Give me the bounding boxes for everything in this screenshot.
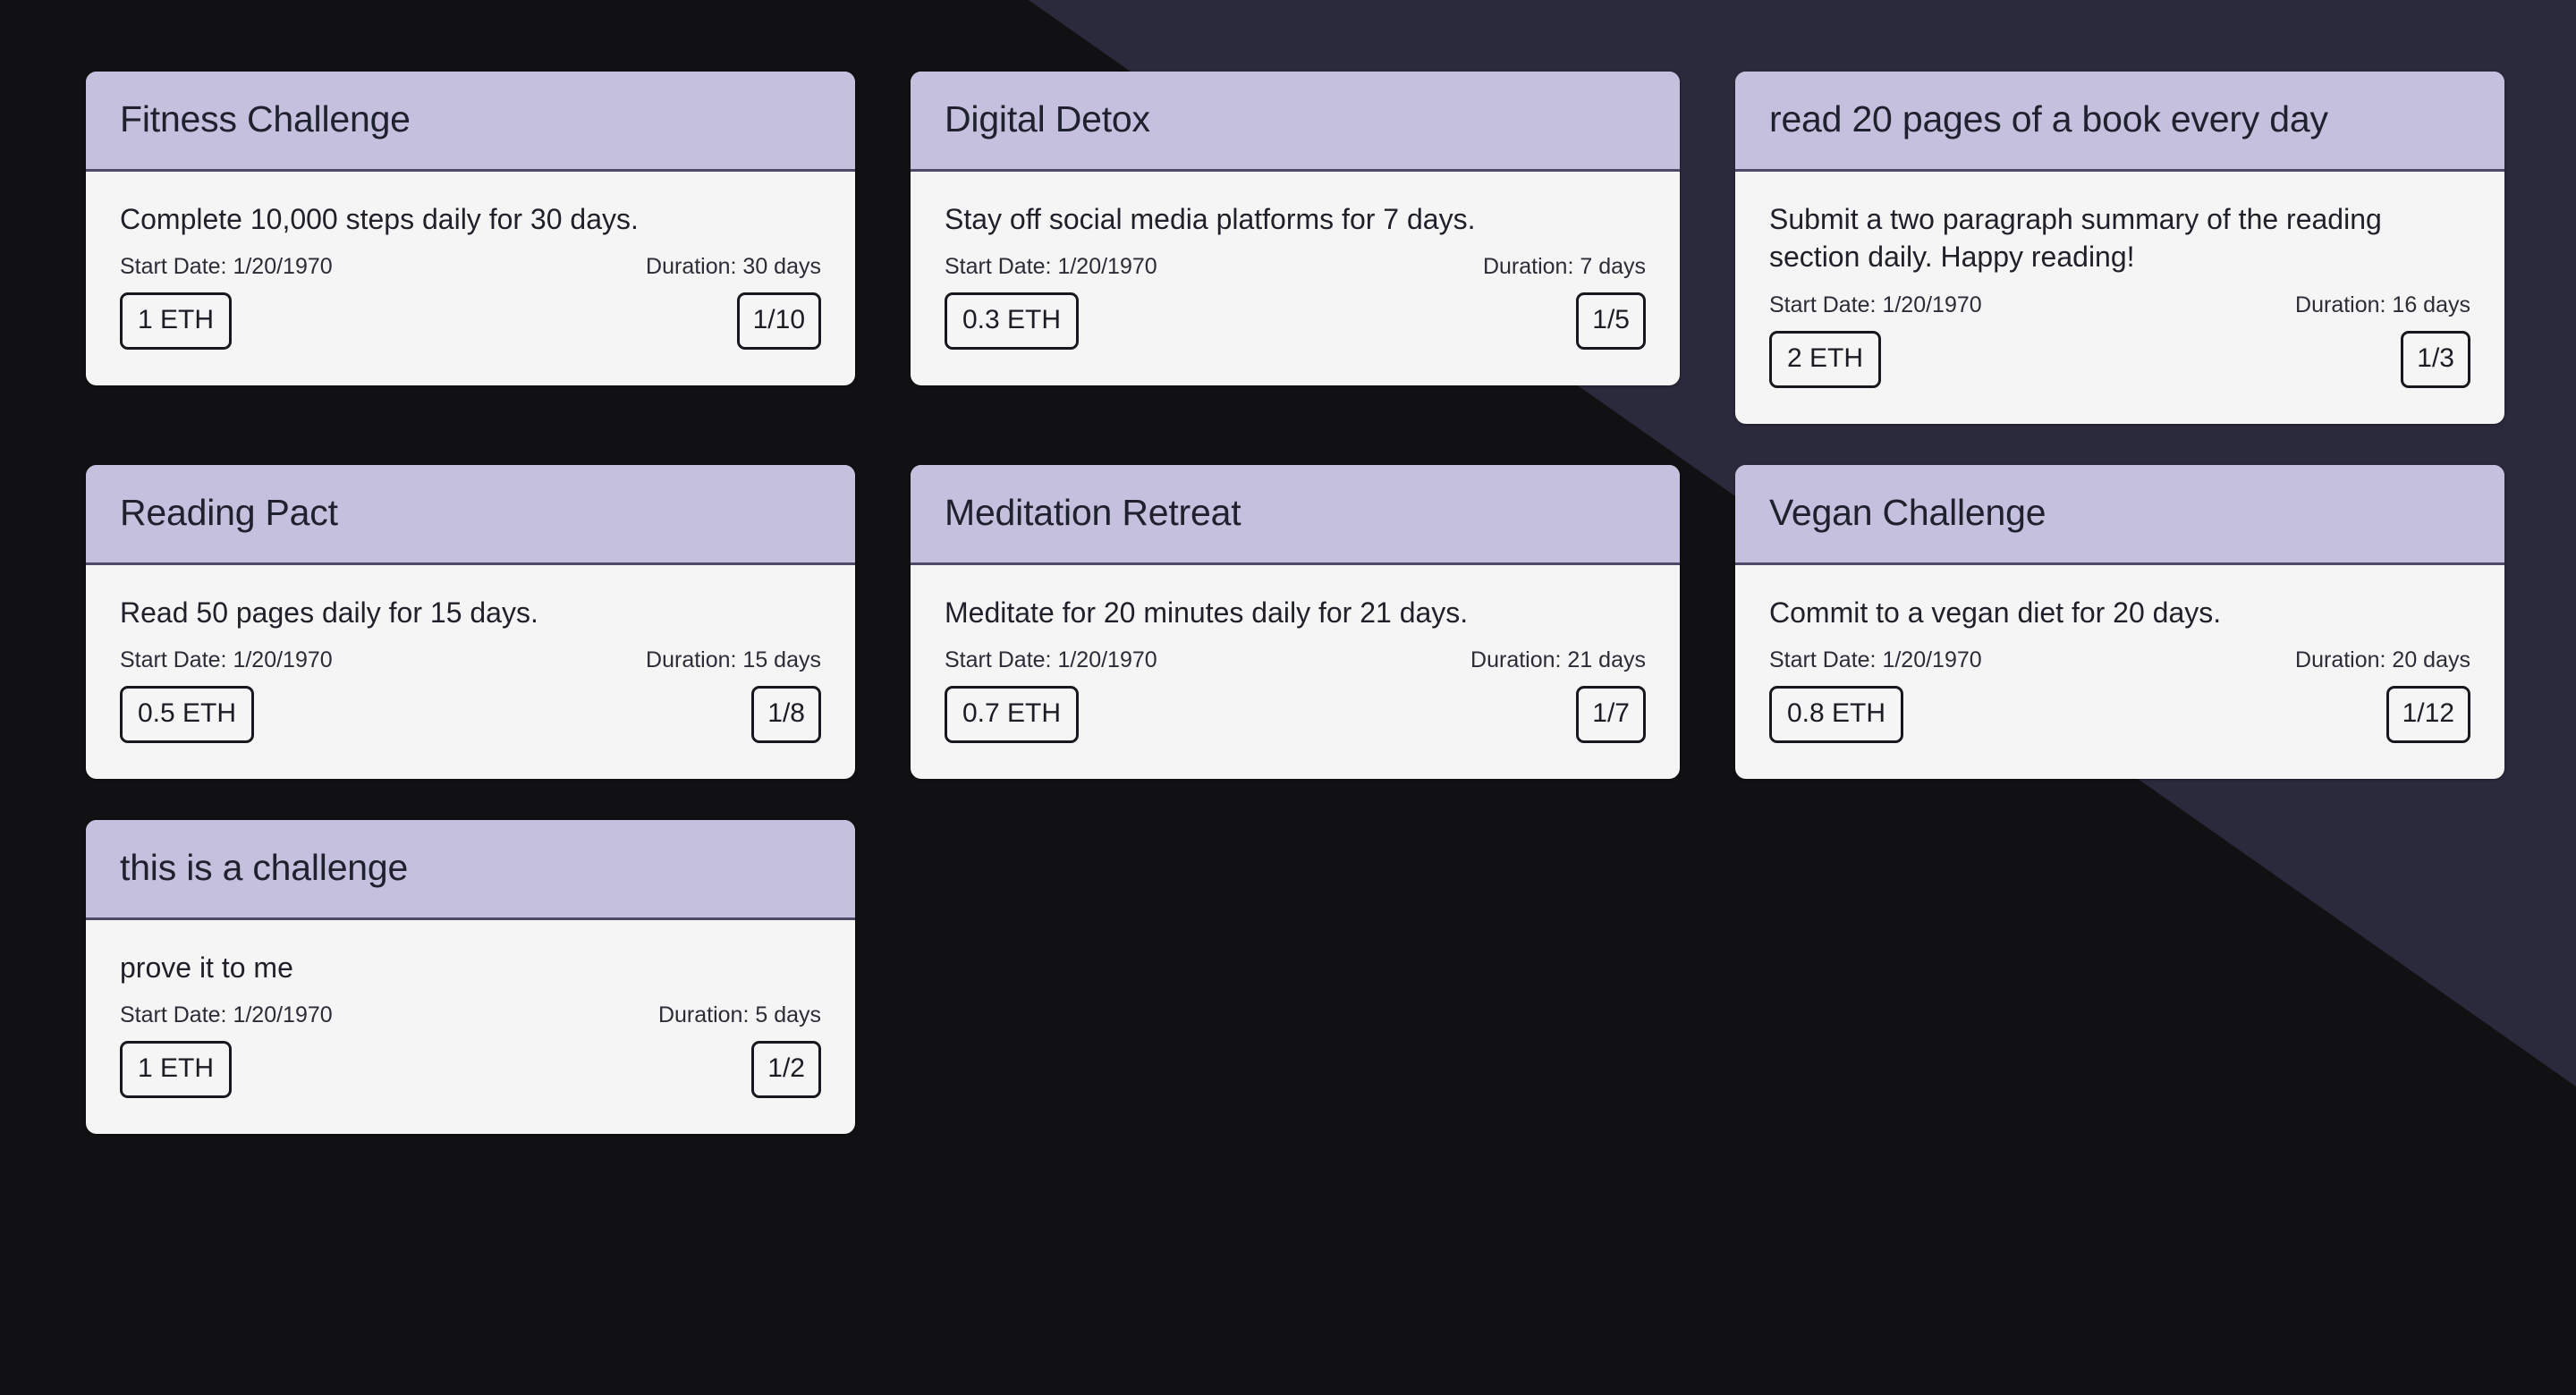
challenge-start-date: Start Date: 1/20/1970: [120, 1002, 333, 1028]
challenge-card-body: Submit a two paragraph summary of the re…: [1735, 172, 2504, 423]
challenge-footer-row: 0.8 ETH 1/12: [1769, 685, 2470, 743]
challenge-description: Read 50 pages daily for 15 days.: [120, 596, 538, 629]
challenge-meta-row: Start Date: 1/20/1970 Duration: 30 days: [120, 254, 821, 280]
challenge-description: Commit to a vegan diet for 20 days.: [1769, 596, 2222, 629]
challenge-start-date: Start Date: 1/20/1970: [945, 647, 1157, 672]
challenge-title: this is a challenge: [120, 846, 409, 888]
challenge-card-5[interactable]: Meditation Retreat Meditate for 20 minut…: [911, 464, 1680, 779]
challenge-duration: Duration: 20 days: [2295, 647, 2470, 672]
challenge-card-header: Fitness Challenge: [86, 72, 855, 173]
challenge-progress-badge[interactable]: 1/5: [1576, 292, 1646, 351]
challenge-meta-row: Start Date: 1/20/1970 Duration: 21 days: [945, 647, 1646, 673]
challenge-card-6[interactable]: Vegan Challenge Commit to a vegan diet f…: [1735, 464, 2504, 779]
challenge-footer-row: 0.5 ETH 1/8: [120, 685, 821, 743]
challenge-stake-button[interactable]: 1 ETH: [120, 292, 233, 351]
challenge-card-body: Commit to a vegan diet for 20 days. Star…: [1735, 565, 2504, 779]
challenge-title: Fitness Challenge: [120, 98, 411, 140]
challenge-duration: Duration: 7 days: [1482, 254, 1646, 280]
challenge-start-date: Start Date: 1/20/1970: [945, 254, 1157, 280]
challenge-stake-button[interactable]: 2 ETH: [1769, 330, 1882, 388]
challenge-stake-button[interactable]: 0.5 ETH: [120, 685, 255, 743]
challenge-meta-row: Start Date: 1/20/1970 Duration: 16 days: [1769, 292, 2470, 318]
challenge-card-header: this is a challenge: [86, 819, 855, 921]
challenge-start-date: Start Date: 1/20/1970: [120, 254, 333, 280]
challenge-duration: Duration: 21 days: [1470, 647, 1646, 672]
challenge-title: Vegan Challenge: [1769, 491, 2046, 533]
challenge-card-header: Vegan Challenge: [1735, 464, 2504, 565]
challenge-cards-grid: Fitness Challenge Complete 10,000 steps …: [0, 0, 2576, 1135]
challenge-description: prove it to me: [120, 951, 293, 985]
challenge-duration: Duration: 30 days: [646, 254, 821, 280]
challenge-duration: Duration: 15 days: [646, 647, 821, 672]
challenge-title: Digital Detox: [945, 98, 1150, 140]
challenge-card-3[interactable]: read 20 pages of a book every day Submit…: [1735, 72, 2504, 424]
challenge-meta-row: Start Date: 1/20/1970 Duration: 15 days: [120, 647, 821, 673]
challenge-description: Submit a two paragraph summary of the re…: [1769, 203, 2382, 274]
challenge-progress-badge[interactable]: 1/12: [2385, 685, 2470, 743]
challenge-footer-row: 1 ETH 1/10: [120, 292, 821, 351]
challenge-progress-badge[interactable]: 1/10: [736, 292, 821, 351]
challenge-title: Meditation Retreat: [945, 491, 1241, 533]
challenge-stake-button[interactable]: 0.3 ETH: [945, 292, 1080, 351]
challenge-card-header: Reading Pact: [86, 464, 855, 565]
challenge-card-body: prove it to me Start Date: 1/20/1970 Dur…: [86, 920, 855, 1134]
challenge-footer-row: 0.3 ETH 1/5: [945, 292, 1646, 351]
challenge-duration: Duration: 5 days: [657, 1002, 821, 1028]
challenge-progress-badge[interactable]: 1/3: [2401, 330, 2470, 388]
challenge-footer-row: 1 ETH 1/2: [120, 1041, 821, 1099]
challenge-card-header: Meditation Retreat: [911, 464, 1680, 565]
challenge-card-1[interactable]: Fitness Challenge Complete 10,000 steps …: [86, 72, 855, 386]
challenge-card-2[interactable]: Digital Detox Stay off social media plat…: [911, 72, 1680, 386]
challenge-card-header: read 20 pages of a book every day: [1735, 72, 2504, 173]
challenge-card-body: Read 50 pages daily for 15 days. Start D…: [86, 565, 855, 779]
challenge-meta-row: Start Date: 1/20/1970 Duration: 20 days: [1769, 647, 2470, 673]
challenge-stake-button[interactable]: 0.7 ETH: [945, 685, 1080, 743]
challenge-card-body: Meditate for 20 minutes daily for 21 day…: [911, 565, 1680, 779]
challenge-title: read 20 pages of a book every day: [1769, 98, 2328, 140]
challenge-start-date: Start Date: 1/20/1970: [1769, 647, 1982, 672]
challenge-description: Complete 10,000 steps daily for 30 days.: [120, 203, 639, 236]
challenge-card-body: Stay off social media platforms for 7 da…: [911, 172, 1680, 385]
challenge-meta-row: Start Date: 1/20/1970 Duration: 5 days: [120, 1002, 821, 1028]
challenge-progress-badge[interactable]: 1/7: [1576, 685, 1646, 743]
challenge-card-4[interactable]: Reading Pact Read 50 pages daily for 15 …: [86, 464, 855, 779]
challenge-duration: Duration: 16 days: [2295, 292, 2470, 317]
challenge-footer-row: 0.7 ETH 1/7: [945, 685, 1646, 743]
challenge-card-7[interactable]: this is a challenge prove it to me Start…: [86, 819, 855, 1135]
challenge-stake-button[interactable]: 0.8 ETH: [1769, 685, 1904, 743]
challenge-footer-row: 2 ETH 1/3: [1769, 330, 2470, 388]
challenge-progress-badge[interactable]: 1/8: [751, 685, 821, 743]
challenge-progress-badge[interactable]: 1/2: [751, 1041, 821, 1099]
challenge-card-body: Complete 10,000 steps daily for 30 days.…: [86, 172, 855, 385]
challenge-start-date: Start Date: 1/20/1970: [120, 647, 333, 672]
challenge-meta-row: Start Date: 1/20/1970 Duration: 7 days: [945, 254, 1646, 280]
challenge-title: Reading Pact: [120, 491, 338, 533]
challenge-stake-button[interactable]: 1 ETH: [120, 1041, 233, 1099]
challenge-start-date: Start Date: 1/20/1970: [1769, 292, 1982, 317]
challenge-description: Stay off social media platforms for 7 da…: [945, 203, 1476, 236]
challenge-card-header: Digital Detox: [911, 72, 1680, 173]
challenge-description: Meditate for 20 minutes daily for 21 day…: [945, 596, 1469, 629]
